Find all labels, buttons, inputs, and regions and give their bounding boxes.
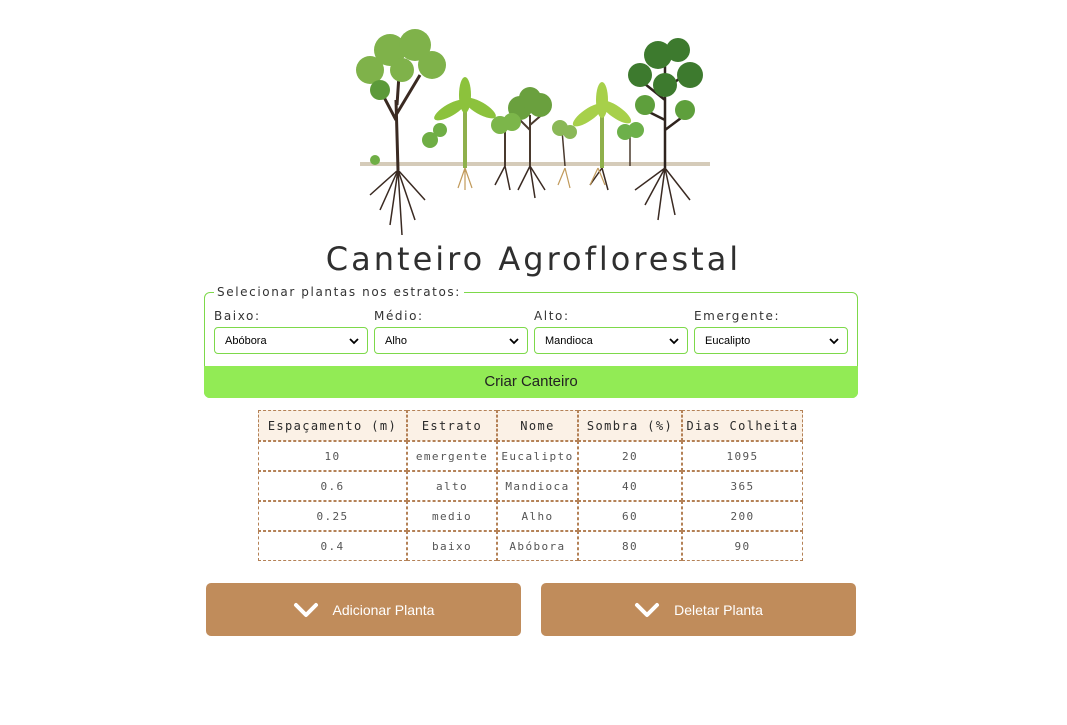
agroforestry-trees-illustration — [356, 29, 710, 236]
table-cell: 200 — [682, 501, 803, 531]
create-bed-button[interactable]: Criar Canteiro — [204, 366, 858, 398]
chevron-down-icon — [669, 338, 679, 345]
chevron-down-icon — [635, 602, 660, 617]
table-cell: 60 — [578, 501, 682, 531]
table-cell: Eucalipto — [497, 441, 578, 471]
select-medio-value: Alho — [385, 335, 408, 347]
table-cell: 0.25 — [258, 501, 407, 531]
plants-table: Espaçamento (m) Estrato Nome Sombra (%) … — [258, 410, 803, 561]
field-medio: Médio: Alho — [374, 309, 528, 354]
table-cell: 90 — [682, 531, 803, 561]
column-header: Dias Colheita — [682, 410, 803, 441]
add-plant-label: Adicionar Planta — [332, 601, 435, 618]
field-medio-label: Médio: — [374, 309, 424, 323]
column-header: Nome — [497, 410, 578, 441]
table-cell: 20 — [578, 441, 682, 471]
table-cell: medio — [407, 501, 497, 531]
field-alto: Alto: Mandioca — [534, 309, 688, 354]
add-plant-button[interactable]: Adicionar Planta — [206, 583, 521, 636]
table-cell: Mandioca — [497, 471, 578, 501]
chevron-down-icon — [293, 602, 318, 617]
field-alto-label: Alto: — [534, 309, 570, 323]
select-emergente[interactable]: Eucalipto — [694, 327, 848, 354]
table-header-row: Espaçamento (m) Estrato Nome Sombra (%) … — [258, 410, 803, 441]
table-cell: 10 — [258, 441, 407, 471]
table-cell: alto — [407, 471, 497, 501]
table-cell: baixo — [407, 531, 497, 561]
table-cell: Abóbora — [497, 531, 578, 561]
table-row: 0.25 medio Alho 60 200 — [258, 501, 803, 531]
table-row: 10 emergente Eucalipto 20 1095 — [258, 441, 803, 471]
select-baixo-value: Abóbora — [225, 335, 267, 347]
table-cell: 80 — [578, 531, 682, 561]
column-header: Espaçamento (m) — [258, 410, 407, 441]
chevron-down-icon — [829, 338, 839, 345]
table-cell: emergente — [407, 441, 497, 471]
delete-plant-button[interactable]: Deletar Planta — [541, 583, 856, 636]
chevron-down-icon — [509, 338, 519, 345]
table-row: 0.6 alto Mandioca 40 365 — [258, 471, 803, 501]
strata-legend: Selecionar plantas nos estratos: — [214, 285, 464, 299]
table-cell: 0.4 — [258, 531, 407, 561]
table-cell: 40 — [578, 471, 682, 501]
table-cell: Alho — [497, 501, 578, 531]
field-emergente-label: Emergente: — [694, 309, 781, 323]
select-baixo[interactable]: Abóbora — [214, 327, 368, 354]
select-alto-value: Mandioca — [545, 335, 593, 347]
table-row: 0.4 baixo Abóbora 80 90 — [258, 531, 803, 561]
select-medio[interactable]: Alho — [374, 327, 528, 354]
table-cell: 1095 — [682, 441, 803, 471]
table-cell: 0.6 — [258, 471, 407, 501]
page: Canteiro Agroflorestal Selecionar planta… — [0, 0, 1067, 725]
field-emergente: Emergente: Eucalipto — [694, 309, 848, 354]
delete-plant-label: Deletar Planta — [674, 601, 763, 618]
field-baixo-label: Baixo: — [214, 309, 261, 323]
column-header: Estrato — [407, 410, 497, 441]
field-baixo: Baixo: Abóbora — [214, 309, 368, 354]
select-emergente-value: Eucalipto — [705, 335, 751, 347]
chevron-down-icon — [349, 338, 359, 345]
page-title: Canteiro Agroflorestal — [325, 240, 742, 278]
strata-fieldset: Selecionar plantas nos estratos: Baixo: … — [204, 285, 858, 398]
column-header: Sombra (%) — [578, 410, 682, 441]
table-cell: 365 — [682, 471, 803, 501]
select-alto[interactable]: Mandioca — [534, 327, 688, 354]
